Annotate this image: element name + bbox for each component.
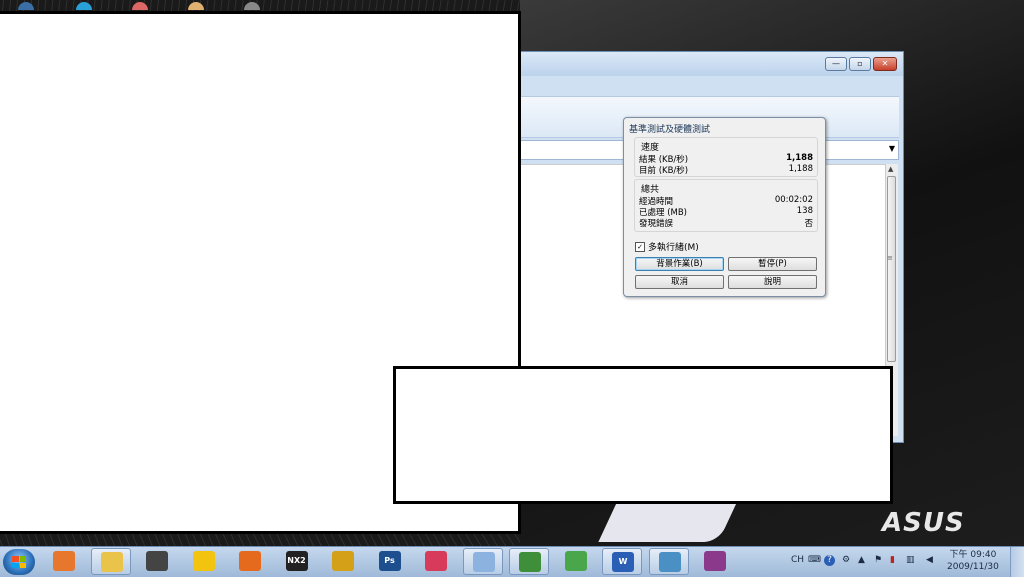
desktop-icon[interactable]: [188, 2, 204, 10]
photoshop-icon: Ps: [378, 551, 401, 571]
keyboard-icon[interactable]: ⌨: [808, 555, 821, 565]
window-titlebar[interactable]: — ▫ ✕: [509, 52, 903, 76]
volume-icon[interactable]: ◀: [926, 555, 933, 565]
clock[interactable]: 下午 09:40 2009/11/30: [947, 549, 999, 573]
speed-group-title: 速度: [641, 143, 660, 153]
start-button[interactable]: [3, 549, 35, 575]
clock-time: 下午 09:40: [949, 550, 997, 560]
cancel-button[interactable]: 取消: [635, 275, 724, 289]
taskbar-button[interactable]: [695, 548, 735, 575]
red-app-icon: [425, 551, 447, 571]
processed-row: 已處理 (MB) 138: [639, 206, 813, 218]
elapsed-value: 00:02:02: [774, 195, 813, 205]
desktop-icon[interactable]: [132, 2, 148, 10]
flag-icon[interactable]: ⚑: [874, 555, 882, 565]
multithread-label: 多執行緒(M): [648, 243, 699, 253]
clock-date: 2009/11/30: [947, 562, 999, 572]
taskbar-button[interactable]: [44, 548, 84, 575]
show-desktop-button[interactable]: [1010, 547, 1024, 577]
taskbar-button[interactable]: [509, 548, 549, 575]
benchmark-dialog: 基準測試及硬體測試 速度 結果 (KB/秒) 1,188 目前 (KB/秒) 1…: [623, 117, 826, 297]
total-group: 總共 經過時間 00:02:02 已處理 (MB) 138 發現錯誤 否: [634, 179, 818, 232]
elapsed-row: 經過時間 00:02:02: [639, 195, 813, 207]
asus-logo: ASUS: [882, 508, 965, 538]
blank-panel-bottom: [393, 366, 893, 504]
current-label: 目前 (KB/秒): [639, 166, 689, 176]
pause-button[interactable]: 暫停(P): [728, 257, 817, 271]
minimize-button[interactable]: —: [825, 57, 847, 71]
file-explorer-icon: [100, 552, 123, 572]
taskbar-button[interactable]: [230, 548, 270, 575]
taskbar-button[interactable]: W: [602, 548, 642, 575]
alien-app-icon: [146, 551, 168, 571]
chevron-down-icon[interactable]: ▼: [889, 144, 895, 153]
taskbar-button[interactable]: [90, 548, 131, 575]
result-row: 結果 (KB/秒) 1,188: [639, 153, 813, 165]
scrollbar-thumb[interactable]: [887, 176, 896, 362]
taskbar-button[interactable]: [184, 548, 224, 575]
processed-value: 138: [796, 206, 813, 216]
taskbar-button[interactable]: [556, 548, 596, 575]
maximize-button[interactable]: ▫: [849, 57, 871, 71]
taskbar-button[interactable]: [416, 548, 456, 575]
current-value: 1,188: [788, 164, 813, 174]
desktop-icon[interactable]: [76, 2, 92, 10]
show-hidden-icons-icon[interactable]: ▲: [858, 555, 865, 565]
scroll-grip-icon: ≡: [887, 254, 893, 262]
dialog-title: 基準測試及硬體測試: [629, 125, 711, 135]
result-value: 1,188: [786, 153, 813, 163]
windows-logo-icon: [12, 556, 26, 568]
window-grid-app-icon: [332, 551, 354, 571]
taskbar-button[interactable]: [462, 548, 503, 575]
total-group-title: 總共: [641, 185, 660, 195]
errors-row: 發現錯誤 否: [639, 217, 813, 229]
taskbar: NX2 Ps W CH ⌨ ? ⚙ ▲ ⚑ ▮ ▥ ◀ 下午 09:40 2009/…: [0, 546, 1024, 577]
help-icon[interactable]: ?: [824, 555, 835, 566]
taskbar-button[interactable]: Ps: [370, 548, 410, 575]
speed-group: 速度 結果 (KB/秒) 1,188 目前 (KB/秒) 1,188: [634, 137, 818, 177]
paint-icon: [472, 552, 495, 572]
desktop-icon[interactable]: [18, 2, 34, 10]
picture-viewer-icon: [658, 552, 681, 572]
options-icon[interactable]: ⚙: [842, 555, 850, 565]
power-icon[interactable]: ▮: [890, 555, 895, 565]
errors-label: 發現錯誤: [639, 219, 674, 229]
messenger-icon: [564, 551, 587, 571]
errors-value: 否: [804, 219, 813, 229]
media-player-icon: [53, 551, 75, 571]
background-button[interactable]: 背景作業(B): [635, 257, 724, 271]
checkmark-icon[interactable]: ✓: [635, 241, 645, 252]
yellow-app-icon: [192, 551, 215, 571]
hardware-app-icon: [519, 552, 541, 572]
taskbar-button[interactable]: [137, 548, 177, 575]
system-tray: CH ⌨ ? ⚙ ▲ ⚑ ▮ ▥ ◀ 下午 09:40 2009/11/30: [786, 547, 1018, 577]
desktop-icons-row: [0, 0, 280, 10]
taskbar-button[interactable]: NX2: [277, 548, 317, 575]
help-button[interactable]: 說明: [728, 275, 817, 289]
language-indicator[interactable]: CH: [791, 555, 804, 565]
close-button[interactable]: ✕: [873, 57, 897, 71]
desktop-icon[interactable]: [244, 2, 260, 10]
multithread-checkbox[interactable]: ✓ 多執行緒(M): [635, 240, 699, 253]
winrar-icon: [704, 551, 726, 571]
current-row: 目前 (KB/秒) 1,188: [639, 164, 813, 176]
nx2-icon: NX2: [285, 551, 308, 571]
taskbar-button[interactable]: [323, 548, 363, 575]
window-controls: — ▫ ✕: [825, 57, 897, 71]
taskbar-button[interactable]: [648, 548, 689, 575]
word-icon: W: [612, 552, 634, 572]
scroll-up-icon[interactable]: ▲: [888, 165, 893, 173]
firefox-icon: [239, 551, 261, 571]
network-icon[interactable]: ▥: [906, 555, 915, 565]
